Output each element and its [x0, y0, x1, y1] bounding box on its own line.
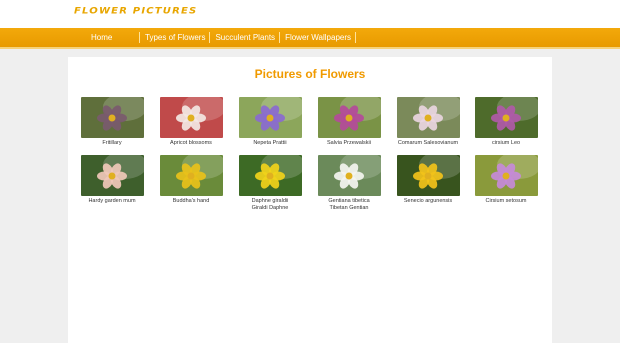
mum-icon[interactable]: [80, 155, 144, 196]
cirsium-icon[interactable]: [474, 155, 538, 196]
apricot-blossom-icon[interactable]: [159, 97, 223, 138]
site-header: Flower Pictures: [0, 0, 620, 28]
nav-item-flower-wallpapers[interactable]: Flower Wallpapers: [280, 28, 356, 47]
gallery-item-caption[interactable]: Hardy garden mum: [79, 198, 145, 205]
gallery-item[interactable]: Gentiana tibetica Tibetan Gentian: [316, 155, 382, 212]
gallery-item-caption[interactable]: Senecio argunensis: [395, 198, 461, 205]
gallery-item-caption[interactable]: Apricot blossoms: [158, 140, 224, 147]
gallery-item-caption[interactable]: Fritillary: [79, 140, 145, 147]
gallery-item[interactable]: Fritillary: [79, 97, 145, 147]
gallery-item[interactable]: Buddha's hand: [158, 155, 224, 205]
gallery-item[interactable]: Apricot blossoms: [158, 97, 224, 147]
gallery-item-caption[interactable]: Buddha's hand: [158, 198, 224, 205]
gallery-item[interactable]: Senecio argunensis: [395, 155, 461, 205]
nav-item-types-of-flowers[interactable]: Types of Flowers: [140, 28, 211, 47]
gallery-item[interactable]: Daphne giraldii Giraldi Daphne: [237, 155, 303, 212]
main-nav: Home Types of Flowers Succulent Plants F…: [0, 28, 620, 49]
thistle-icon[interactable]: [474, 97, 538, 138]
fritillary-icon[interactable]: [80, 97, 144, 138]
comarum-icon[interactable]: [396, 97, 460, 138]
gentian-icon[interactable]: [317, 155, 381, 196]
nav-item-home[interactable]: Home: [86, 28, 140, 47]
buddhas-hand-icon[interactable]: [159, 155, 223, 196]
gallery-item[interactable]: Hardy garden mum: [79, 155, 145, 205]
salvia-icon[interactable]: [317, 97, 381, 138]
gallery-item-caption[interactable]: Gentiana tibetica Tibetan Gentian: [316, 198, 382, 212]
page-title: Pictures of Flowers: [254, 67, 366, 81]
gallery-item-caption[interactable]: cirsium Leo: [473, 140, 539, 147]
gallery-item-caption[interactable]: Nepeta Prattii: [237, 140, 303, 147]
gallery-item[interactable]: Salvia Przewalskii: [316, 97, 382, 147]
nepeta-icon[interactable]: [238, 97, 302, 138]
daphne-icon[interactable]: [238, 155, 302, 196]
gallery-item[interactable]: cirsium Leo: [473, 97, 539, 147]
gallery-item-caption[interactable]: Daphne giraldii Giraldi Daphne: [237, 198, 303, 212]
gallery-item[interactable]: Cirsium setosum: [473, 155, 539, 205]
gallery-item-caption[interactable]: Salvia Przewalskii: [316, 140, 382, 147]
site-logo[interactable]: Flower Pictures: [74, 7, 197, 16]
gallery-item[interactable]: Nepeta Prattii: [237, 97, 303, 147]
gallery-panel: Pictures of Flowers Fritillary Apricot bl…: [68, 57, 552, 343]
gallery-item[interactable]: Comarum Salesovianum: [395, 97, 461, 147]
gallery-item-caption[interactable]: Cirsium setosum: [473, 198, 539, 205]
senecio-icon[interactable]: [396, 155, 460, 196]
nav-item-succulent-plants[interactable]: Succulent Plants: [210, 28, 280, 47]
gallery-item-caption[interactable]: Comarum Salesovianum: [395, 140, 461, 147]
